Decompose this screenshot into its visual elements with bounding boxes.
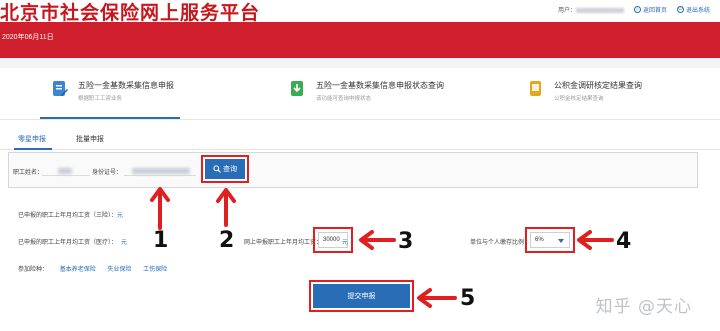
- annotation-4: 4: [616, 229, 632, 254]
- watermark: 知乎 @天心: [595, 297, 692, 317]
- annotation-1: 1: [153, 228, 169, 253]
- arrow-1: [150, 187, 170, 230]
- annotation-2: 2: [219, 228, 235, 253]
- annotation-3: 3: [398, 229, 414, 254]
- arrow-3: [359, 230, 396, 250]
- annotation-5: 5: [460, 286, 476, 311]
- arrow-5: [417, 288, 457, 308]
- arrow-4: [577, 230, 614, 250]
- annotation-arrows: [150, 187, 614, 308]
- arrow-2: [216, 188, 236, 227]
